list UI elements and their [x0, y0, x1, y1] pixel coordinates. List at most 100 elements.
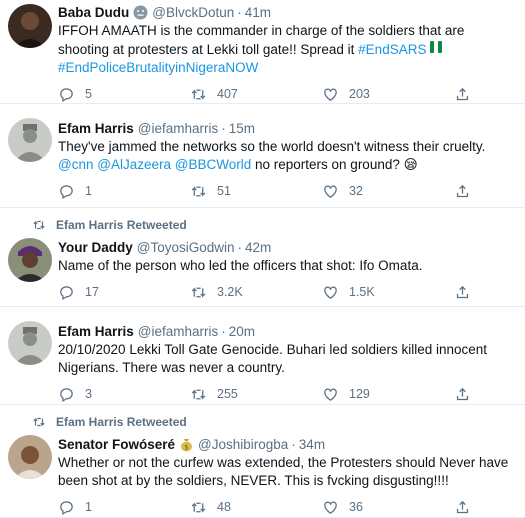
retweet-button[interactable]: 3.2K: [190, 284, 322, 301]
avatar[interactable]: [8, 321, 52, 365]
tweet-body: They've jammed the networks so the world…: [58, 139, 486, 154]
reply-button[interactable]: 5: [58, 86, 190, 103]
like-button[interactable]: 36: [322, 499, 454, 516]
reply-button[interactable]: 3: [58, 386, 190, 403]
reply-icon: [60, 285, 73, 300]
avatar[interactable]: [8, 4, 52, 48]
user-handle[interactable]: @Joshibirogba: [198, 437, 288, 452]
like-count: 129: [349, 387, 370, 401]
share-icon: [456, 184, 469, 197]
display-name[interactable]: Baba Dudu: [58, 5, 129, 20]
retweeted-by-label[interactable]: Efam Harris Retweeted: [56, 415, 187, 429]
retweet-icon: [191, 388, 206, 400]
reply-button[interactable]: 17: [58, 284, 190, 301]
display-name[interactable]: Efam Harris: [58, 324, 134, 339]
share-button[interactable]: [454, 386, 481, 403]
share-button[interactable]: [454, 183, 481, 200]
retweet-count: 407: [217, 87, 238, 101]
tweet-body-tail: no reporters on ground? 😪: [251, 157, 418, 172]
face-emoji-icon: [133, 5, 148, 20]
avatar[interactable]: [8, 435, 52, 479]
reply-icon: [60, 87, 73, 102]
display-name[interactable]: Senator Fowóseré: [58, 437, 175, 452]
share-button[interactable]: [454, 86, 481, 103]
heart-icon: [324, 286, 337, 299]
reply-button[interactable]: 1: [58, 499, 190, 516]
avatar[interactable]: [8, 238, 52, 282]
display-name[interactable]: Your Daddy: [58, 240, 133, 255]
hashtag-link[interactable]: #EndSARS: [358, 42, 426, 57]
retweet-count: 3.2K: [217, 285, 243, 299]
timestamp[interactable]: 15m: [229, 121, 255, 136]
heart-icon: [324, 501, 337, 514]
money-bag-icon: $: [179, 437, 194, 452]
timestamp[interactable]: 34m: [299, 437, 325, 452]
retweet-count: 51: [217, 184, 231, 198]
reply-icon: [60, 500, 73, 515]
retweet-icon: [191, 88, 206, 100]
like-button[interactable]: 129: [322, 386, 454, 403]
timestamp[interactable]: 20m: [229, 324, 255, 339]
user-handle[interactable]: @iefamharris: [138, 324, 218, 339]
heart-icon: [324, 185, 337, 198]
tweet-text: IFFOH AMAATH is the commander in charge …: [58, 22, 513, 77]
heart-icon: [324, 88, 337, 101]
retweet-icon: [191, 501, 206, 513]
retweet-button[interactable]: 51: [190, 183, 322, 200]
reply-button[interactable]: 1: [58, 183, 190, 200]
reply-count: 1: [85, 500, 92, 514]
avatar[interactable]: [8, 118, 52, 162]
separator-dot: ·: [221, 120, 226, 136]
tweet-header: Senator Fowóseré $ @Joshibirogba · 34m: [58, 434, 513, 454]
user-handle[interactable]: @iefamharris: [138, 121, 218, 136]
retweeted-by: Efam Harris Retweeted: [32, 413, 513, 431]
separator-dot: ·: [237, 239, 243, 255]
retweeted-by-label[interactable]: Efam Harris Retweeted: [56, 218, 187, 232]
tweet-actions: 3 255 129: [58, 385, 513, 403]
share-icon: [456, 285, 469, 298]
mention-link[interactable]: @AlJazeera: [97, 157, 171, 172]
tweet[interactable]: Efam Harris Retweeted Senator Fowóseré $…: [0, 405, 525, 518]
tweet[interactable]: Efam Harris Retweeted Your Daddy @Toyosi…: [0, 208, 525, 307]
timestamp[interactable]: 41m: [245, 5, 271, 20]
tweet[interactable]: Efam Harris @iefamharris · 20m 20/10/202…: [0, 307, 525, 405]
retweeted-by: Efam Harris Retweeted: [32, 216, 513, 234]
reply-icon: [60, 387, 73, 402]
like-button[interactable]: 1.5K: [322, 284, 454, 301]
tweet[interactable]: Efam Harris @iefamharris · 15m They've j…: [0, 104, 525, 208]
display-name[interactable]: Efam Harris: [58, 121, 134, 136]
reply-count: 1: [85, 184, 92, 198]
tweet[interactable]: Baba Dudu @BlvckDotun · 41m IFFOH AMAATH…: [0, 0, 525, 104]
share-button[interactable]: [454, 284, 481, 301]
user-handle[interactable]: @ToyosiGodwin: [137, 240, 235, 255]
separator-dot: ·: [237, 4, 242, 20]
tweet-header: Baba Dudu @BlvckDotun · 41m: [58, 2, 513, 22]
tweet-actions: 1 48 36: [58, 498, 513, 516]
reply-count: 5: [85, 87, 92, 101]
like-count: 36: [349, 500, 363, 514]
retweet-button[interactable]: 48: [190, 499, 322, 516]
like-button[interactable]: 32: [322, 183, 454, 200]
tweet-text: They've jammed the networks so the world…: [58, 138, 513, 174]
retweet-button[interactable]: 407: [190, 86, 322, 103]
mention-link[interactable]: @BBCWorld: [175, 157, 251, 172]
like-button[interactable]: 203: [322, 86, 454, 103]
share-icon: [456, 387, 469, 400]
retweet-icon: [33, 417, 45, 427]
share-button[interactable]: [454, 499, 481, 516]
mention-link[interactable]: @cnn: [58, 157, 93, 172]
timestamp[interactable]: 42m: [245, 240, 271, 255]
retweet-count: 255: [217, 387, 238, 401]
retweet-button[interactable]: 255: [190, 386, 322, 403]
share-icon: [456, 500, 469, 513]
retweet-icon: [33, 220, 45, 230]
user-handle[interactable]: @BlvckDotun: [152, 5, 234, 20]
like-count: 1.5K: [349, 285, 375, 299]
hashtag-link[interactable]: #EndPoliceBrutalityinNigeraNOW: [58, 60, 258, 75]
tweet-header: Efam Harris @iefamharris · 20m: [58, 321, 513, 341]
separator-dot: ·: [291, 436, 296, 452]
separator-dot: ·: [221, 323, 226, 339]
reply-icon: [60, 184, 73, 199]
svg-text:$: $: [184, 443, 188, 451]
retweet-icon: [191, 185, 206, 197]
